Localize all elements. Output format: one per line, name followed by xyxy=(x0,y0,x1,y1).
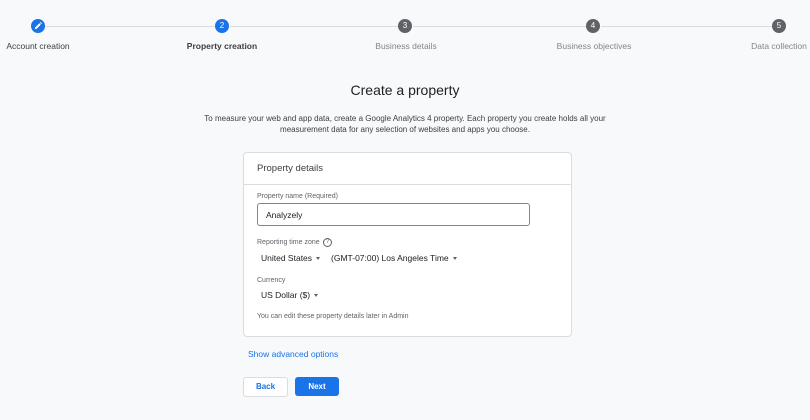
chevron-down-icon xyxy=(314,294,319,298)
step-5-indicator: 5 xyxy=(772,19,786,33)
page-description-line-2: measurement data for any selection of we… xyxy=(280,125,530,134)
step-1-label: Account creation xyxy=(6,41,70,51)
step-5-number: 5 xyxy=(776,21,782,30)
chevron-down-icon xyxy=(452,257,457,261)
help-icon[interactable]: ? xyxy=(323,238,332,247)
property-name-label: Property name (Required) xyxy=(257,193,338,200)
property-details-card: Property details Property name (Required… xyxy=(243,152,572,337)
step-2-label: Property creation xyxy=(186,41,258,51)
page-description-line-1: To measure your web and app data, create… xyxy=(204,114,606,123)
timezone-label: Reporting time zone xyxy=(257,239,320,246)
next-button[interactable]: Next xyxy=(295,377,339,396)
card-header: Property details xyxy=(244,153,571,185)
step-3-label: Business details xyxy=(375,41,437,51)
step-3-number: 3 xyxy=(402,21,408,30)
step-4-label: Business objectives xyxy=(556,41,632,51)
property-name-input[interactable]: Analyzely xyxy=(257,203,530,226)
chevron-down-icon xyxy=(316,257,321,261)
page-description: To measure your web and app data, create… xyxy=(190,113,620,135)
step-connector xyxy=(413,26,586,27)
timezone-select[interactable]: (GMT-07:00) Los Angeles Time xyxy=(331,253,457,263)
step-3-indicator: 3 xyxy=(398,19,412,33)
page-title: Create a property xyxy=(350,82,460,98)
step-4-indicator: 4 xyxy=(586,19,600,33)
currency-select[interactable]: US Dollar ($) xyxy=(261,290,319,300)
step-connector xyxy=(230,26,398,27)
step-connector xyxy=(45,26,215,27)
stepper: 2 3 4 5 Account creation Property creati… xyxy=(0,0,810,60)
card-title: Property details xyxy=(257,163,324,174)
step-4-number: 4 xyxy=(590,21,596,30)
country-value: United States xyxy=(261,253,313,263)
back-button[interactable]: Back xyxy=(243,377,288,397)
pencil-icon xyxy=(35,22,42,29)
property-name-value: Analyzely xyxy=(266,210,303,220)
step-1-indicator xyxy=(31,19,45,33)
timezone-value: (GMT-07:00) Los Angeles Time xyxy=(331,253,449,263)
step-2-number: 2 xyxy=(219,21,225,30)
currency-value: US Dollar ($) xyxy=(261,290,311,300)
currency-label: Currency xyxy=(257,277,286,284)
step-connector xyxy=(601,26,772,27)
edit-later-note: You can edit these property details late… xyxy=(257,313,409,320)
country-select[interactable]: United States xyxy=(261,253,321,263)
show-advanced-options-link[interactable]: Show advanced options xyxy=(248,349,338,359)
step-5-label: Data collection xyxy=(751,41,807,51)
step-2-indicator: 2 xyxy=(215,19,229,33)
